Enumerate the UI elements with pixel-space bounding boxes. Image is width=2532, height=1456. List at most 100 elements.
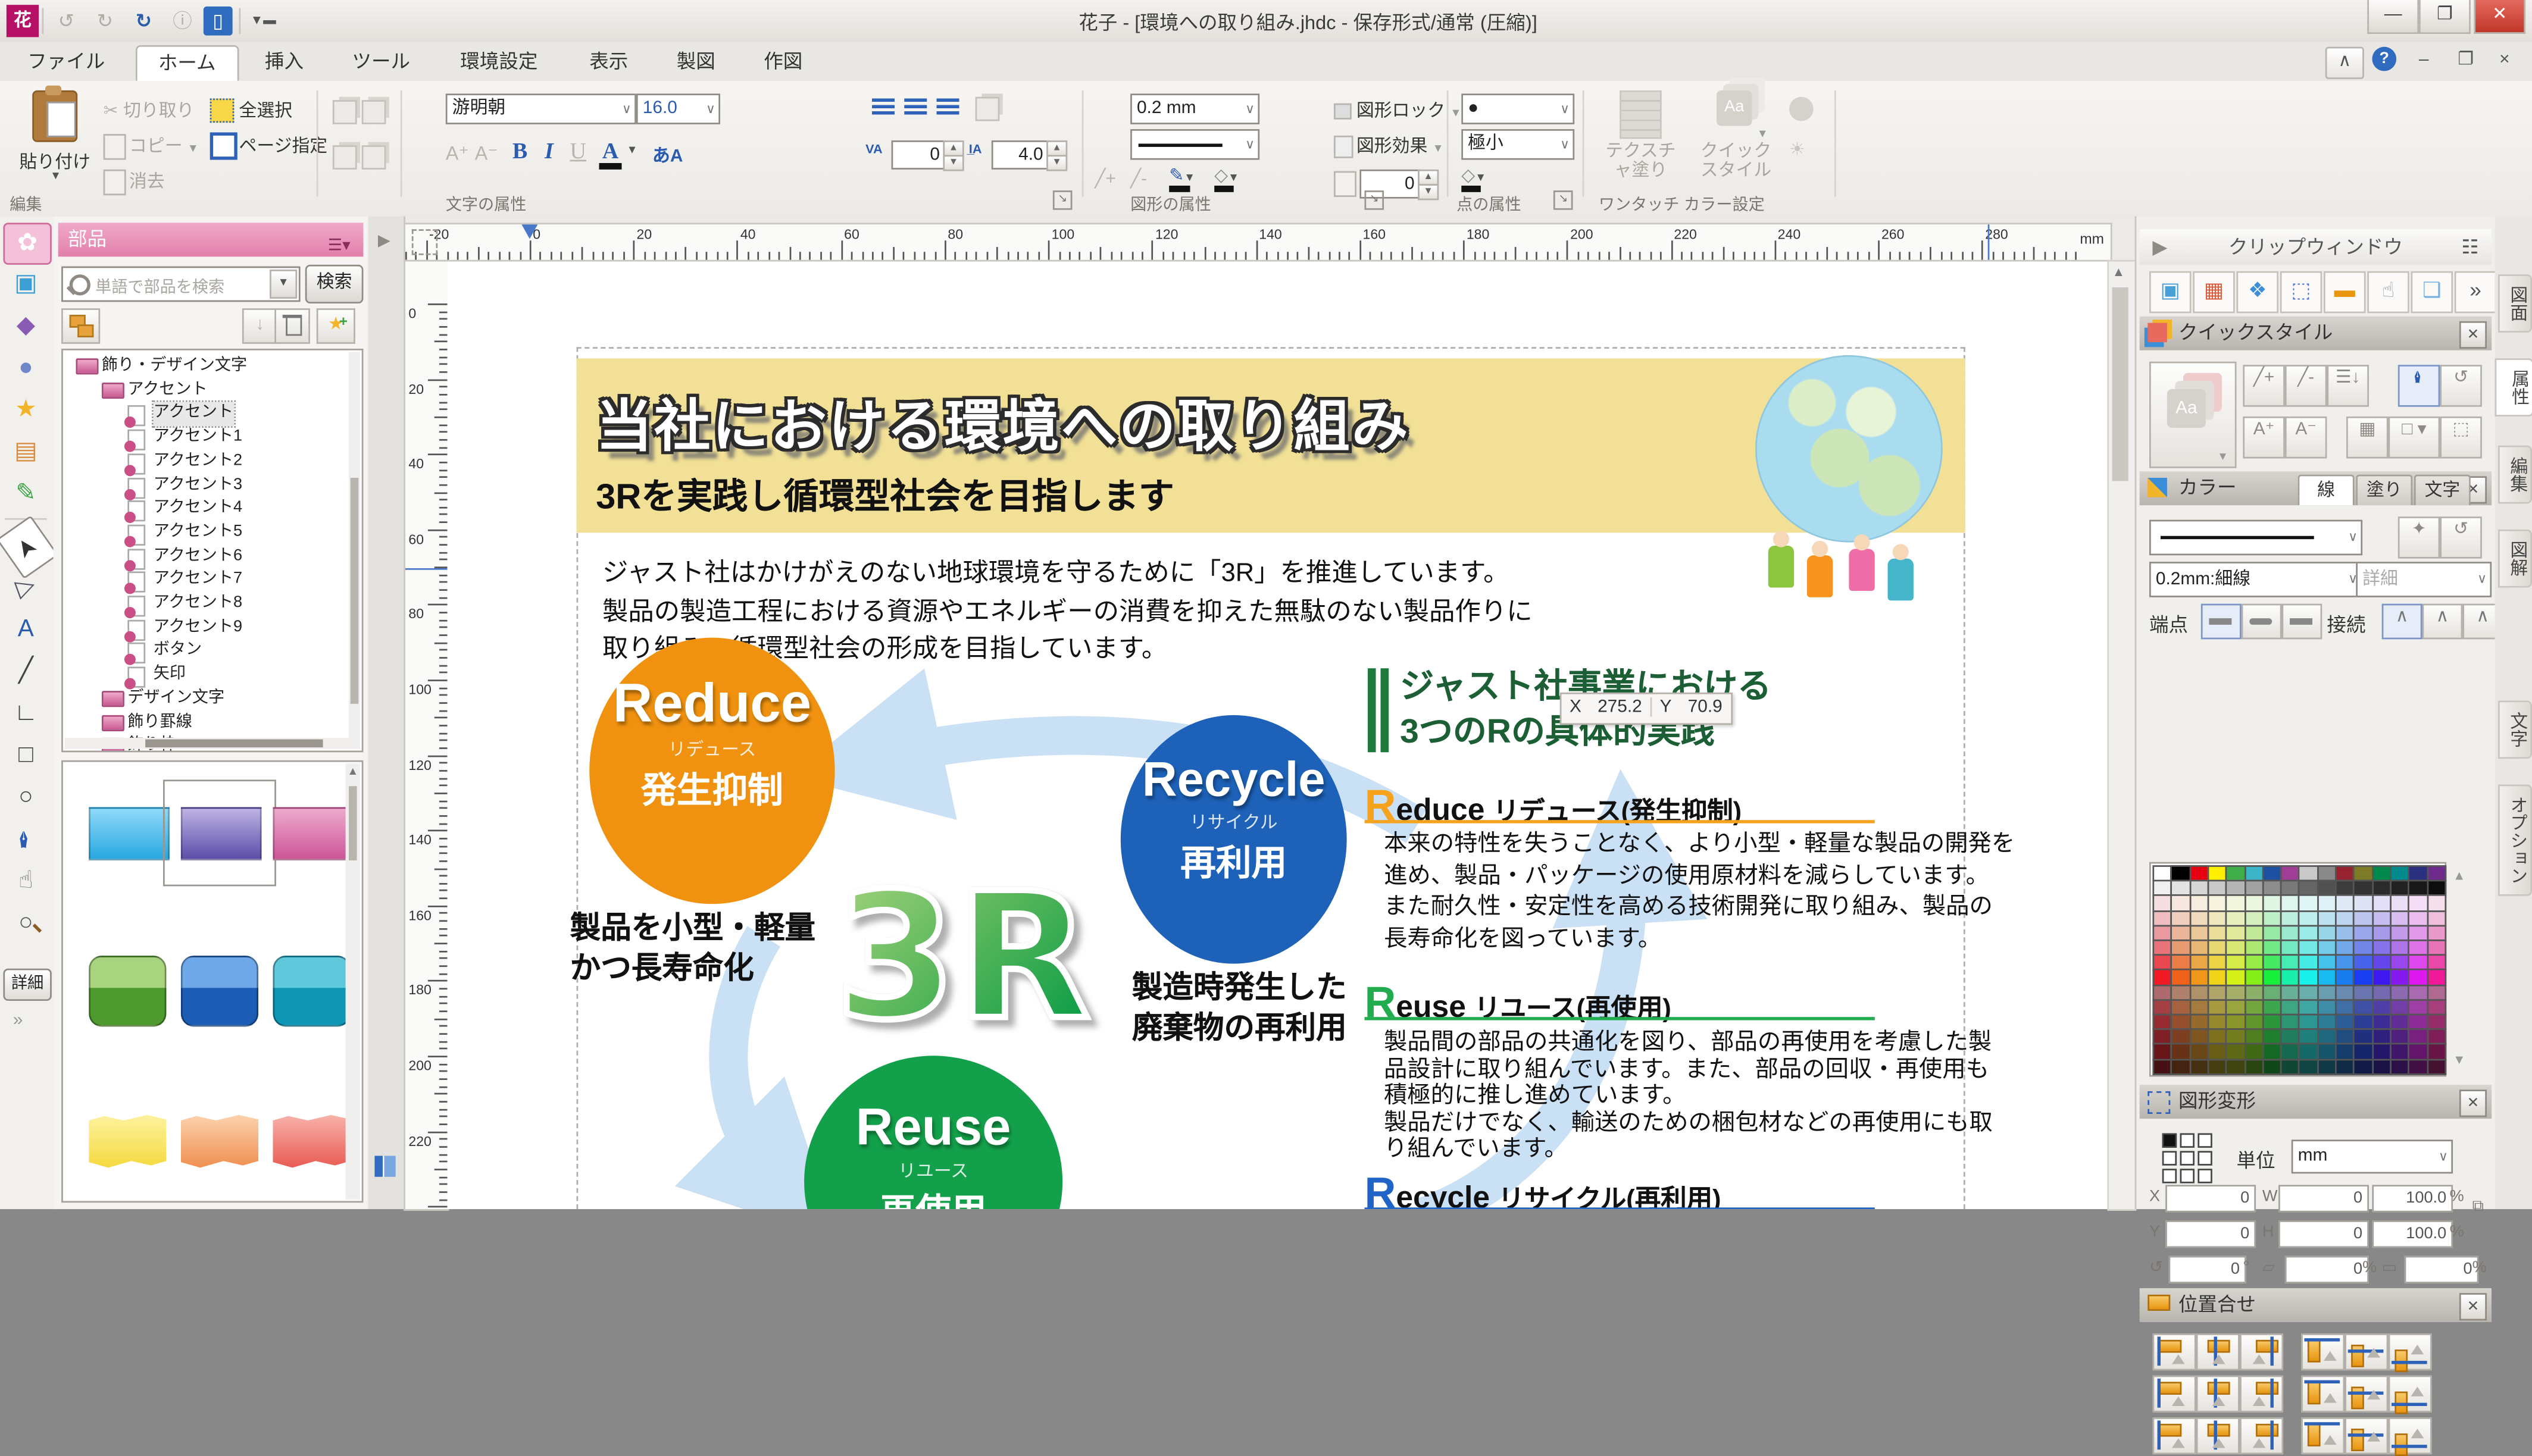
palette-swatch[interactable] [2244,895,2264,912]
palette-swatch[interactable] [2262,1059,2282,1075]
palette-swatch[interactable] [2371,1044,2392,1060]
palette-swatch[interactable] [2353,1059,2374,1075]
panel-line-style-select[interactable]: ∨ [2149,520,2362,556]
font-name-select[interactable]: 游明朝∨ [446,93,636,124]
thumb-scrollbar[interactable]: ▲ [346,763,360,1200]
palette-swatch[interactable] [2171,999,2191,1016]
palette-swatch[interactable] [2189,1059,2209,1075]
restore-button[interactable]: ❐ [2419,0,2471,34]
palette-swatch[interactable] [2280,880,2300,897]
eyedropper-tool-icon[interactable]: ✒ [7,817,45,862]
palette-swatch[interactable] [2171,969,2191,986]
palette-swatch[interactable] [2280,969,2300,986]
align-left-icon[interactable] [872,98,895,118]
palette-swatch[interactable] [2152,910,2172,926]
thumbnail-rect-1[interactable] [174,791,265,875]
line-tool-icon[interactable]: ╱ [3,652,48,691]
palette-swatch[interactable] [2353,954,2374,971]
palette-swatch[interactable] [2262,1044,2282,1060]
align-button-r0g1i2[interactable] [2389,1333,2432,1370]
style-rotate-icon[interactable]: ↺ [2440,365,2482,407]
palette-swatch[interactable] [2335,969,2355,986]
palette-swatch[interactable] [2335,1059,2355,1075]
anchor-point[interactable] [2162,1151,2177,1165]
menu-tab-ファイル[interactable]: ファイル [7,45,126,79]
palette-swatch[interactable] [2426,910,2446,926]
palette-swatch[interactable] [2353,895,2374,912]
palette-swatch[interactable] [2371,1059,2392,1075]
align-button-r1g1i2[interactable] [2389,1375,2432,1412]
line-add-icon[interactable]: ╱+ [1095,168,1115,189]
menu-tab-ホーム[interactable]: ホーム [136,45,239,82]
anchor-point[interactable] [2162,1134,2177,1148]
transform-y-input[interactable]: 0 [2165,1220,2256,1248]
palette-swatch[interactable] [2335,880,2355,897]
transform-skew1-input[interactable]: 0 [2285,1256,2369,1283]
tree-item-アクセント7[interactable]: アクセント7 [63,569,362,593]
palette-swatch[interactable] [2299,880,2319,897]
palette-swatch[interactable] [2335,1029,2355,1045]
thumbnail-flag-6[interactable] [82,1107,173,1191]
shape-paste-icon[interactable] [333,145,357,170]
grid-style-icon[interactable]: ▦ [2346,417,2389,459]
palette-swatch[interactable] [2317,925,2337,941]
transform-skew2-input[interactable]: 0 [2405,1256,2479,1283]
palette-swatch[interactable] [2390,954,2410,971]
palette-swatch[interactable] [2171,910,2191,926]
point-size-select[interactable]: 極小∨ [1461,129,1574,160]
palette-swatch[interactable] [2353,969,2374,986]
palette-swatch[interactable] [2371,925,2392,941]
palette-swatch[interactable] [2299,925,2319,941]
connect-option-0[interactable]: ∧ [2382,604,2422,640]
palette-swatch[interactable] [2426,880,2446,897]
connect-option-1[interactable]: ∧ [2422,604,2463,640]
palette-swatch[interactable] [2171,880,2191,897]
thumbnail-button-4[interactable] [174,949,265,1033]
menu-tab-製図[interactable]: 製図 [655,45,736,79]
bold-button[interactable]: B [507,139,533,166]
palette-swatch[interactable] [2244,880,2264,897]
palette-swatch[interactable] [2390,1029,2410,1045]
palette-swatch[interactable] [2189,984,2209,1001]
align-button-r0g0i0[interactable] [2152,1333,2196,1370]
palette-swatch[interactable] [2317,1029,2337,1045]
palette-swatch[interactable] [2299,895,2319,912]
palette-swatch[interactable] [2171,984,2191,1001]
anchor-grid[interactable] [2162,1134,2211,1182]
align-button-r1g0i0[interactable] [2152,1375,2196,1412]
palette-swatch[interactable] [2371,984,2392,1001]
align-button-r2g0i0[interactable] [2152,1417,2196,1454]
palette-swatch[interactable] [2280,1059,2300,1075]
palette-swatch[interactable] [2189,999,2209,1016]
panel-list-icon[interactable]: ☷ [2461,229,2478,265]
line-spacing-down[interactable]: ▼ [1046,155,1067,171]
color-tab-文字[interactable]: 文字 [2414,475,2471,506]
palette-swatch[interactable] [2171,1059,2191,1075]
align-button-r2g0i2[interactable] [2240,1417,2283,1454]
palette-swatch[interactable] [2408,984,2428,1001]
palette-swatch[interactable] [2225,969,2246,986]
palette-swatch[interactable] [2317,954,2337,971]
palette-swatch[interactable] [2225,1059,2246,1075]
palette-swatch[interactable] [2408,925,2428,941]
palette-swatch[interactable] [2225,910,2246,926]
palette-swatch[interactable] [2390,1059,2410,1075]
palette-swatch[interactable] [2244,910,2264,926]
anchor-point[interactable] [2180,1151,2195,1165]
palette-swatch[interactable] [2371,999,2392,1016]
palette-swatch[interactable] [2299,969,2319,986]
redo-icon[interactable]: ↻ [90,7,120,36]
tree-vscrollbar[interactable] [349,352,360,749]
palette-swatch[interactable] [2189,954,2209,971]
palette-swatch[interactable] [2152,969,2172,986]
style-gallery-button[interactable]: Aa ▼ [2149,362,2237,468]
line-remove-icon[interactable]: ╱- [1130,168,1147,189]
tree-item-アクセント2[interactable]: アクセント2 [63,450,362,474]
layout-grid-icon[interactable] [374,1156,395,1177]
palette-swatch[interactable] [2207,984,2227,1001]
palette-swatch[interactable] [2262,895,2282,912]
palette-swatch[interactable] [2353,1029,2374,1045]
palette-swatch[interactable] [2244,999,2264,1016]
palette-swatch[interactable] [2408,1059,2428,1075]
clip-image-icon[interactable]: ▣ [2149,271,2192,314]
